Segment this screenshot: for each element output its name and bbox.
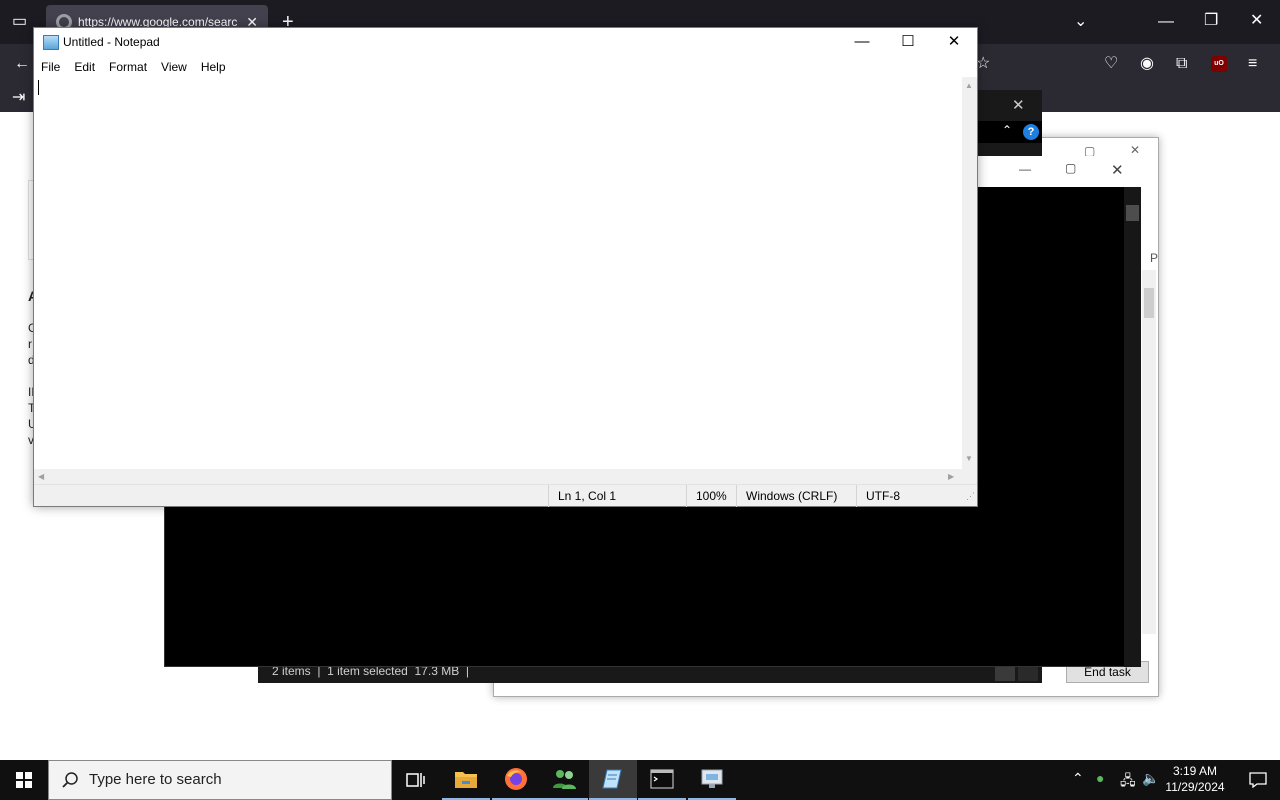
terminal-maximize-icon[interactable]: ▢ [1065,161,1076,175]
taskmgr-scrollbar[interactable] [1142,270,1156,634]
menu-bar: File Edit Format View Help [34,58,233,77]
taskbar-search[interactable]: Type here to search [48,760,392,800]
browser-minimize-icon[interactable]: — [1158,14,1174,30]
minimize-button[interactable]: — [839,28,885,56]
clock-date: 11/29/2024 [1165,780,1225,794]
terminal-close-icon[interactable]: ✕ [1111,161,1124,179]
browser-close-icon[interactable]: ✕ [1250,13,1263,29]
menu-icon[interactable]: ≡ [1248,56,1257,72]
zoom-level: 100% [686,485,736,507]
people-app-icon[interactable] [540,760,588,800]
tab-overflow-icon[interactable]: ⌄ [1074,14,1087,30]
task-view-icon[interactable] [392,760,440,800]
window-title: Untitled - Notepad [63,35,160,49]
window-controls: — ☐ ✕ [839,28,977,56]
text-editor-area[interactable] [34,77,962,469]
horizontal-scrollbar[interactable]: ◀ ▶ [34,469,962,484]
show-hidden-icons-icon[interactable]: ⌃ [1072,770,1084,787]
menu-view[interactable]: View [154,58,194,77]
scrollbar-corner [962,469,977,484]
help-icon[interactable]: ? [1023,124,1039,140]
notepad-app-icon [43,35,59,50]
taskmgr-close-icon[interactable]: ✕ [1130,143,1140,157]
firefox-icon[interactable] [492,760,540,800]
volume-icon[interactable]: 🔈 [1142,770,1159,787]
extensions-icon[interactable]: ⧉ [1176,56,1187,72]
search-icon [62,772,78,788]
network-icon[interactable]: 🖧 [1120,770,1136,794]
terminal-scroll-thumb[interactable] [1126,205,1139,221]
cursor-position: Ln 1, Col 1 [548,485,686,507]
pocket-icon[interactable]: ♡ [1104,56,1118,72]
scroll-right-icon[interactable]: ▶ [948,472,954,481]
system-clock[interactable]: 3:19 AM 11/29/2024 [1160,763,1230,795]
account-icon[interactable]: ◉ [1140,56,1154,72]
people-tray-icon[interactable]: ● [1096,770,1104,786]
search-placeholder: Type here to search [89,771,222,788]
sign-in-icon[interactable]: ⇥ [12,90,25,106]
browser-restore-icon[interactable]: ❐ [1204,13,1218,29]
menu-edit[interactable]: Edit [67,58,102,77]
back-icon[interactable]: ← [14,56,30,72]
ublock-icon[interactable]: uO [1211,56,1227,72]
vertical-scrollbar[interactable]: ▲ ▼ [962,77,977,469]
taskbar: Type here to search ⌃ ● 🖧 🔈 3:19 AM 11/2… [0,760,1280,800]
terminal-minimize-icon[interactable]: — [1019,162,1031,176]
notepad-taskbar-icon[interactable] [589,760,637,800]
clock-time: 3:19 AM [1172,764,1218,778]
menu-format[interactable]: Format [102,58,154,77]
notepad-titlebar[interactable]: Untitled - Notepad — ☐ ✕ [34,28,977,58]
windows-logo-icon [16,772,32,788]
terminal-scrollbar[interactable] [1124,187,1141,667]
file-explorer-icon[interactable] [442,760,490,800]
taskmgr-column-label: P [1150,251,1159,265]
explorer-close-icon[interactable]: ✕ [1012,96,1025,114]
line-ending: Windows (CRLF) [736,485,856,507]
resize-grip-icon[interactable]: ⋰ [966,491,975,502]
scroll-left-icon[interactable]: ◀ [38,472,44,481]
maximize-button[interactable]: ☐ [885,28,931,56]
terminal-icon[interactable] [638,760,686,800]
menu-help[interactable]: Help [194,58,233,77]
page-text-fragment: r [28,337,32,351]
start-button[interactable] [0,760,48,800]
action-center-icon[interactable] [1236,760,1280,800]
menu-file[interactable]: File [34,58,67,77]
status-bar: Ln 1, Col 1 100% Windows (CRLF) UTF-8 ⋰ [34,484,977,507]
taskmgr-scroll-thumb[interactable] [1144,288,1154,318]
notepad-window: Untitled - Notepad — ☐ ✕ File Edit Forma… [33,27,978,507]
text-caret [38,80,39,95]
bookmark-star-icon[interactable]: ☆ [976,56,990,72]
scroll-up-icon[interactable]: ▲ [965,81,973,90]
ribbon-collapse-icon[interactable]: ⌃ [1002,123,1012,137]
tab-list-icon[interactable]: ▭ [12,14,27,30]
scroll-down-icon[interactable]: ▼ [965,454,973,463]
close-button[interactable]: ✕ [931,28,977,56]
remote-desktop-icon[interactable] [688,760,736,800]
encoding: UTF-8 [856,485,966,507]
